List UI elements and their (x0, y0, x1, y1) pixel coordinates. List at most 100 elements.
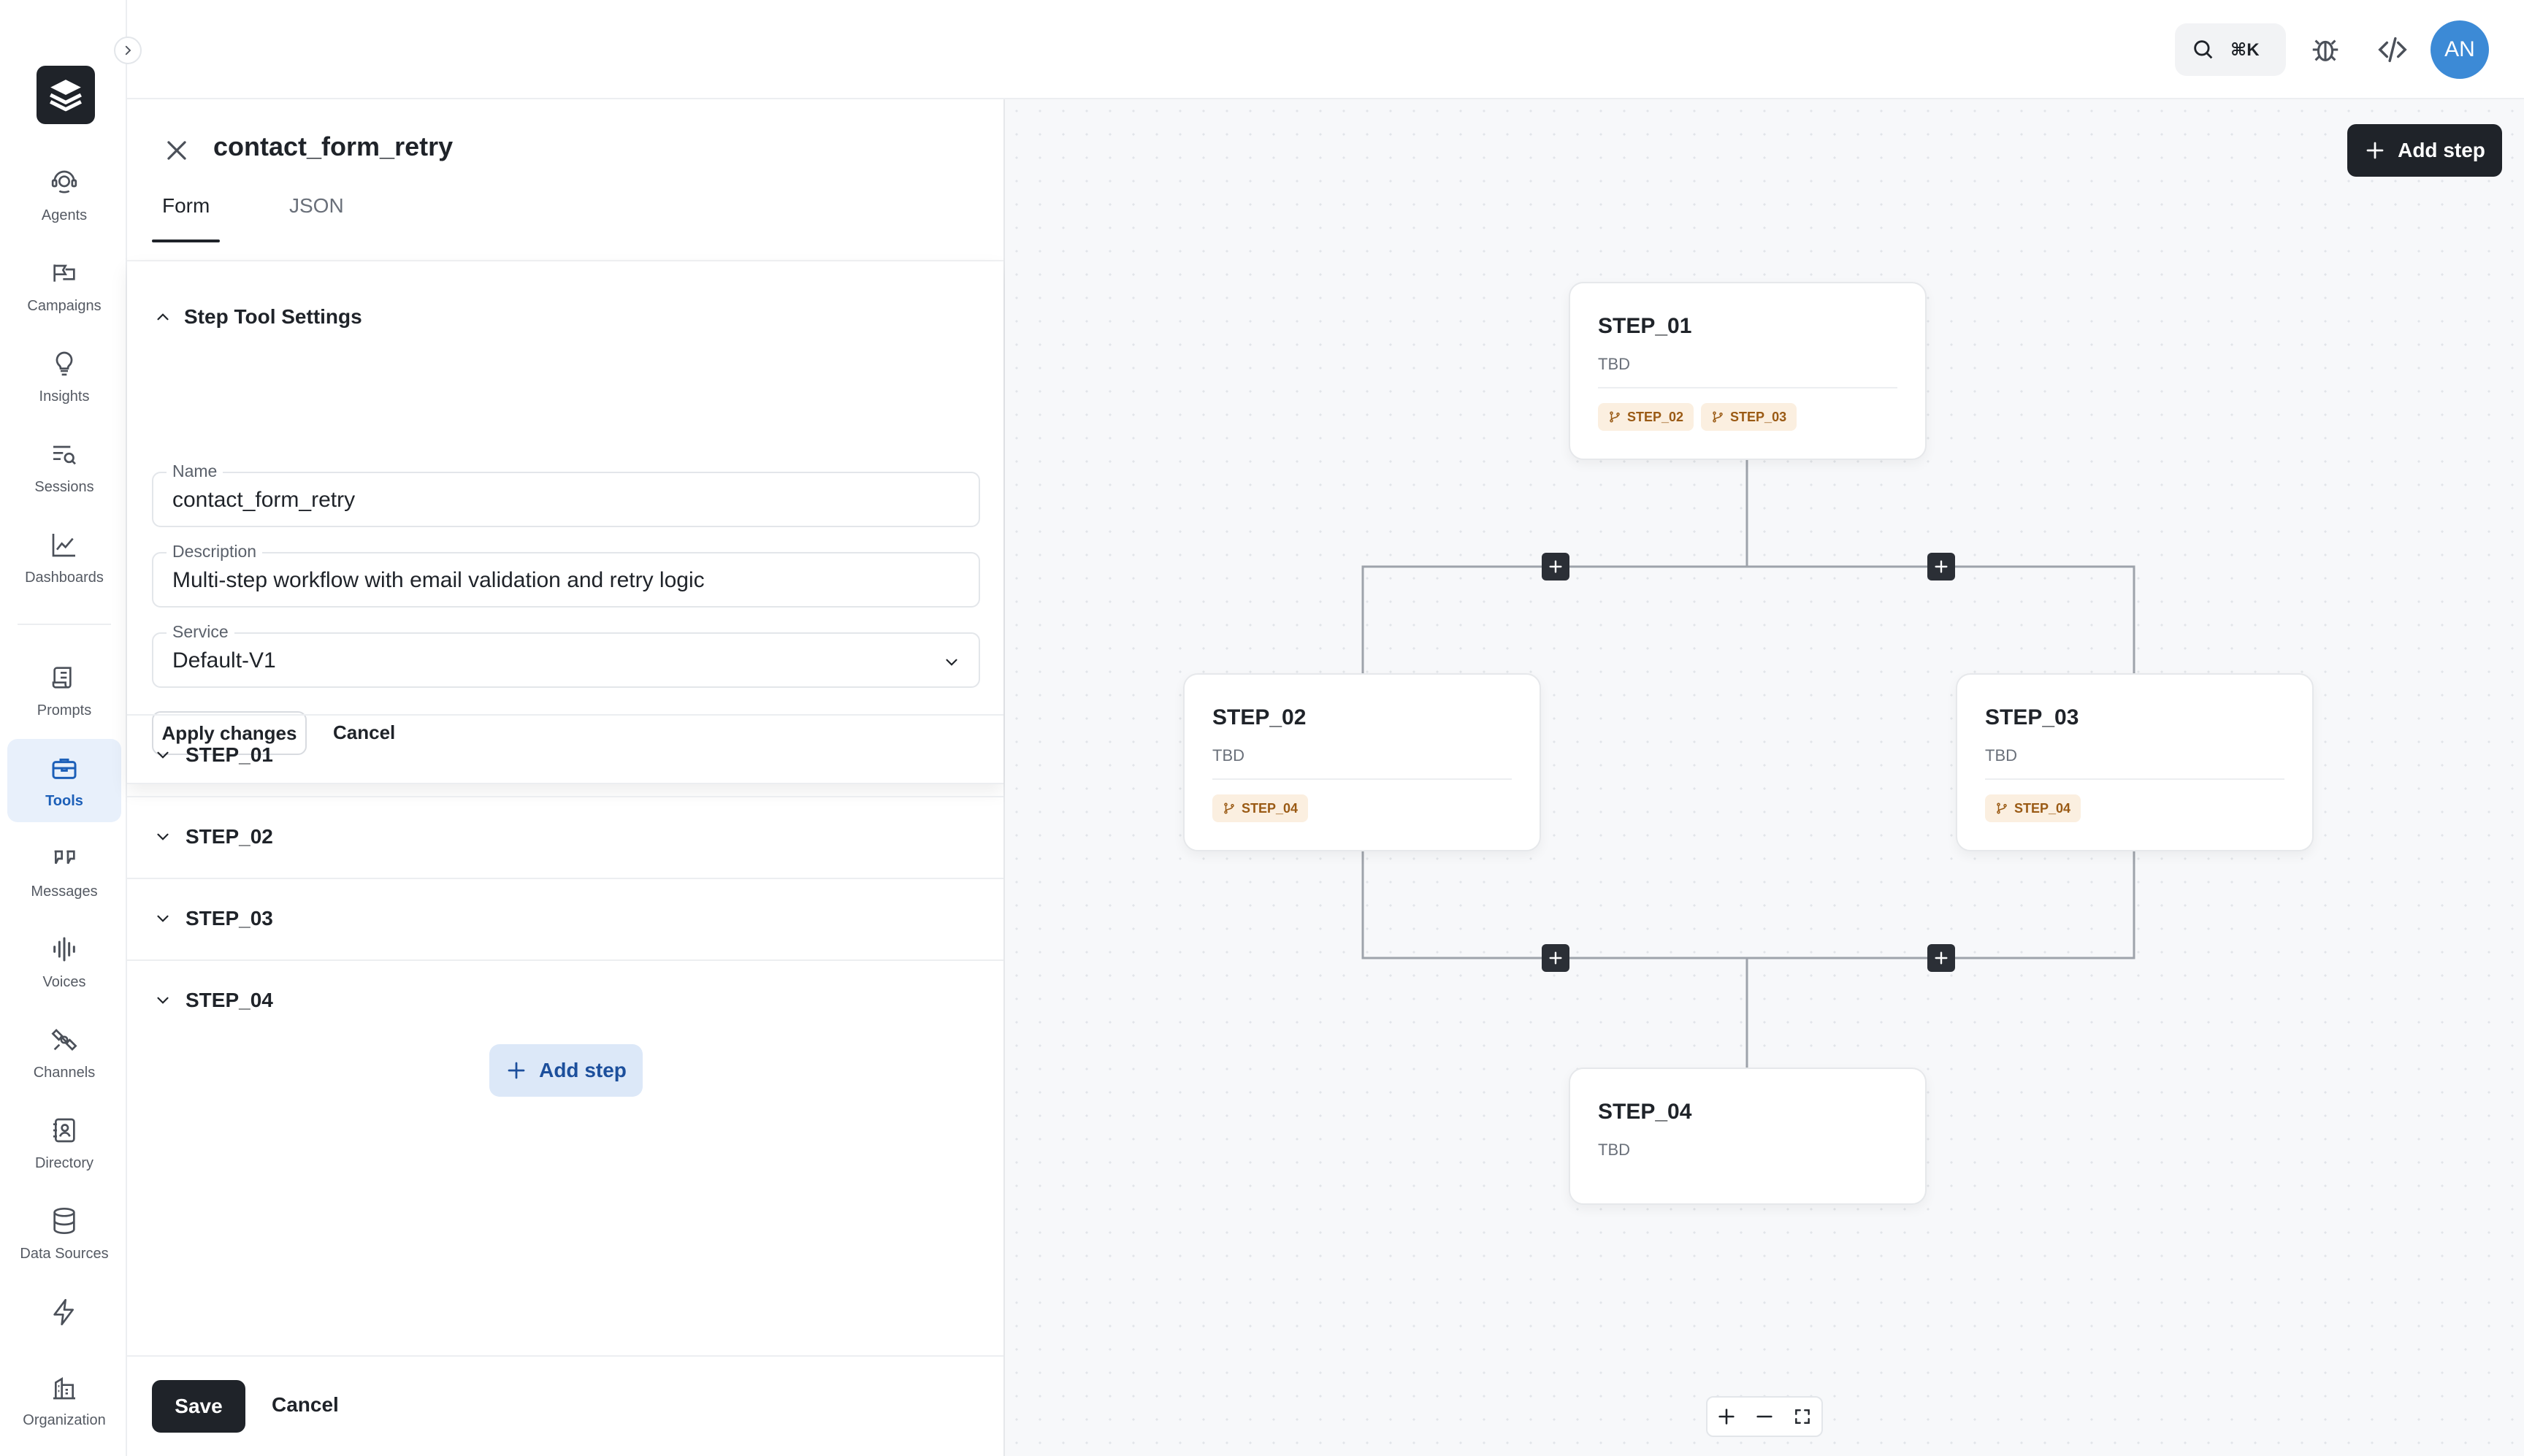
save-button[interactable]: Save (152, 1380, 245, 1433)
panel-title: contact_form_retry (213, 131, 454, 161)
chevron-down-icon (157, 833, 169, 840)
node-subtitle: TBD (1985, 746, 2017, 765)
cancel-button[interactable]: Cancel (272, 1393, 339, 1417)
nav-item-tools[interactable]: Tools (7, 739, 121, 822)
close-panel-button[interactable] (159, 133, 194, 168)
tool-editor-panel: contact_form_retry Form JSON Step Tool S… (127, 99, 1005, 1456)
tag-label: STEP_04 (1242, 800, 1299, 816)
lightning-icon (48, 1296, 80, 1328)
step-row-step-01[interactable]: STEP_01 (127, 714, 1003, 794)
node-tags: STEP_04 (1212, 794, 1309, 822)
nav-label-agents: Agents (41, 207, 88, 223)
next-step-tag[interactable]: STEP_04 (1985, 794, 2081, 822)
step-row-step-04[interactable]: STEP_04 (127, 959, 1003, 1040)
canvas-add-step-button[interactable]: Add step (2347, 124, 2502, 177)
workflow-node-step-02[interactable]: STEP_02 TBD STEP_04 (1183, 673, 1541, 851)
node-title: STEP_01 (1598, 314, 1692, 338)
nav-item-insights[interactable]: Insights (7, 334, 121, 418)
nav-label-channels: Channels (33, 1064, 96, 1081)
tab-form[interactable]: Form (151, 194, 221, 242)
step-row-label: STEP_02 (186, 825, 273, 848)
nav-item-sessions[interactable]: Sessions (7, 425, 121, 508)
insert-step-button[interactable] (1542, 553, 1569, 581)
user-avatar[interactable]: AN (2431, 20, 2489, 79)
zoom-in-button[interactable] (1710, 1401, 1743, 1433)
nav-item-agents[interactable]: Agents (7, 153, 121, 237)
description-field[interactable]: Description Multi-step workflow with ema… (152, 542, 980, 608)
plus-icon (2366, 142, 2384, 159)
canvas-add-step-label: Add step (2398, 139, 2485, 161)
close-icon (167, 141, 186, 160)
step-row-step-02[interactable]: STEP_02 (127, 796, 1003, 876)
description-field-label: Description (167, 542, 263, 562)
expand-sidebar-button[interactable] (114, 37, 142, 64)
code-view-button[interactable] (2371, 28, 2414, 72)
nav-item-messages[interactable]: Messages (7, 829, 121, 913)
insert-step-button[interactable] (1927, 553, 1955, 581)
nav-item-prompts[interactable]: Prompts (7, 648, 121, 732)
next-step-tag[interactable]: STEP_04 (1212, 794, 1309, 822)
branch-icon (1610, 411, 1620, 423)
lightbulb-icon (48, 348, 80, 380)
nav-item-voices[interactable]: Voices (7, 920, 121, 1003)
add-step-button[interactable]: Add step (489, 1044, 643, 1097)
workflow-canvas[interactable]: Add step STEP_01 TBD STEP_02 STEP_03 STE… (1005, 99, 2524, 1456)
node-divider (1212, 778, 1512, 780)
name-field-value: contact_form_retry (172, 488, 356, 512)
plus-icon (1935, 560, 1948, 573)
database-icon (48, 1205, 80, 1237)
agents-icon (48, 166, 80, 199)
next-step-tag[interactable]: STEP_03 (1701, 403, 1797, 431)
step-row-step-03[interactable]: STEP_03 (127, 878, 1003, 958)
debug-button[interactable] (2303, 28, 2347, 72)
step-row-label: STEP_04 (186, 989, 273, 1011)
nav-item-dashboards[interactable]: Dashboards (7, 516, 121, 599)
next-step-tag[interactable]: STEP_02 (1598, 403, 1694, 431)
app-logo[interactable] (37, 66, 95, 124)
node-tags: STEP_02 STEP_03 (1598, 403, 1797, 431)
insert-step-button[interactable] (1927, 944, 1955, 972)
nav-item-directory[interactable]: Directory (7, 1101, 121, 1184)
chevron-right-icon (125, 45, 131, 55)
node-divider (1985, 778, 2284, 780)
satellite-icon (48, 1024, 80, 1056)
nav-item-campaigns[interactable]: Campaigns (7, 244, 121, 327)
node-subtitle: TBD (1212, 746, 1244, 765)
zoom-out-button[interactable] (1748, 1401, 1781, 1433)
zoom-controls (1706, 1396, 1823, 1437)
service-select[interactable]: Service Default-V1 (152, 622, 980, 688)
chevron-down-icon (157, 915, 169, 922)
chevron-down-icon (157, 751, 169, 759)
name-field-label: Name (167, 461, 223, 481)
nav-item-data-sources[interactable]: Data Sources (7, 1192, 121, 1275)
name-field[interactable]: Name contact_form_retry (152, 461, 980, 527)
settings-section-toggle[interactable]: Step Tool Settings (153, 305, 362, 329)
nav-item-channels[interactable]: Channels (7, 1011, 121, 1094)
plus-icon (508, 1062, 525, 1079)
workflow-node-step-01[interactable]: STEP_01 TBD STEP_02 STEP_03 (1569, 282, 1927, 460)
sessions-icon (48, 438, 80, 470)
edge-step03-step04 (1747, 851, 2135, 959)
plus-icon (1549, 951, 1562, 965)
step-tool-settings-card: Step Tool Settings Name contact_form_ret… (127, 261, 1003, 784)
insert-step-button[interactable] (1542, 944, 1569, 972)
add-step-label: Add step (539, 1059, 627, 1081)
nav-label-tools: Tools (45, 792, 83, 809)
code-icon (2378, 37, 2407, 63)
nav-label-insights: Insights (39, 388, 90, 405)
fit-view-button[interactable] (1786, 1401, 1819, 1433)
quote-icon (48, 843, 80, 875)
panel-footer: Save Cancel (127, 1355, 1003, 1456)
toolbox-icon (48, 752, 80, 784)
fullscreen-icon (1795, 1409, 1810, 1424)
node-subtitle: TBD (1598, 1141, 1630, 1159)
tab-json[interactable]: JSON (289, 194, 344, 242)
workflow-node-step-03[interactable]: STEP_03 TBD STEP_04 (1956, 673, 2314, 851)
search-button[interactable]: ⌘K (2175, 23, 2286, 76)
chart-icon (48, 529, 80, 561)
nav-item-organization[interactable]: Organization (7, 1358, 121, 1441)
nav-item-automations[interactable] (7, 1272, 121, 1352)
workflow-node-step-04[interactable]: STEP_04 TBD (1569, 1068, 1927, 1205)
chevron-down-icon (942, 653, 961, 672)
branch-icon (1224, 802, 1234, 814)
